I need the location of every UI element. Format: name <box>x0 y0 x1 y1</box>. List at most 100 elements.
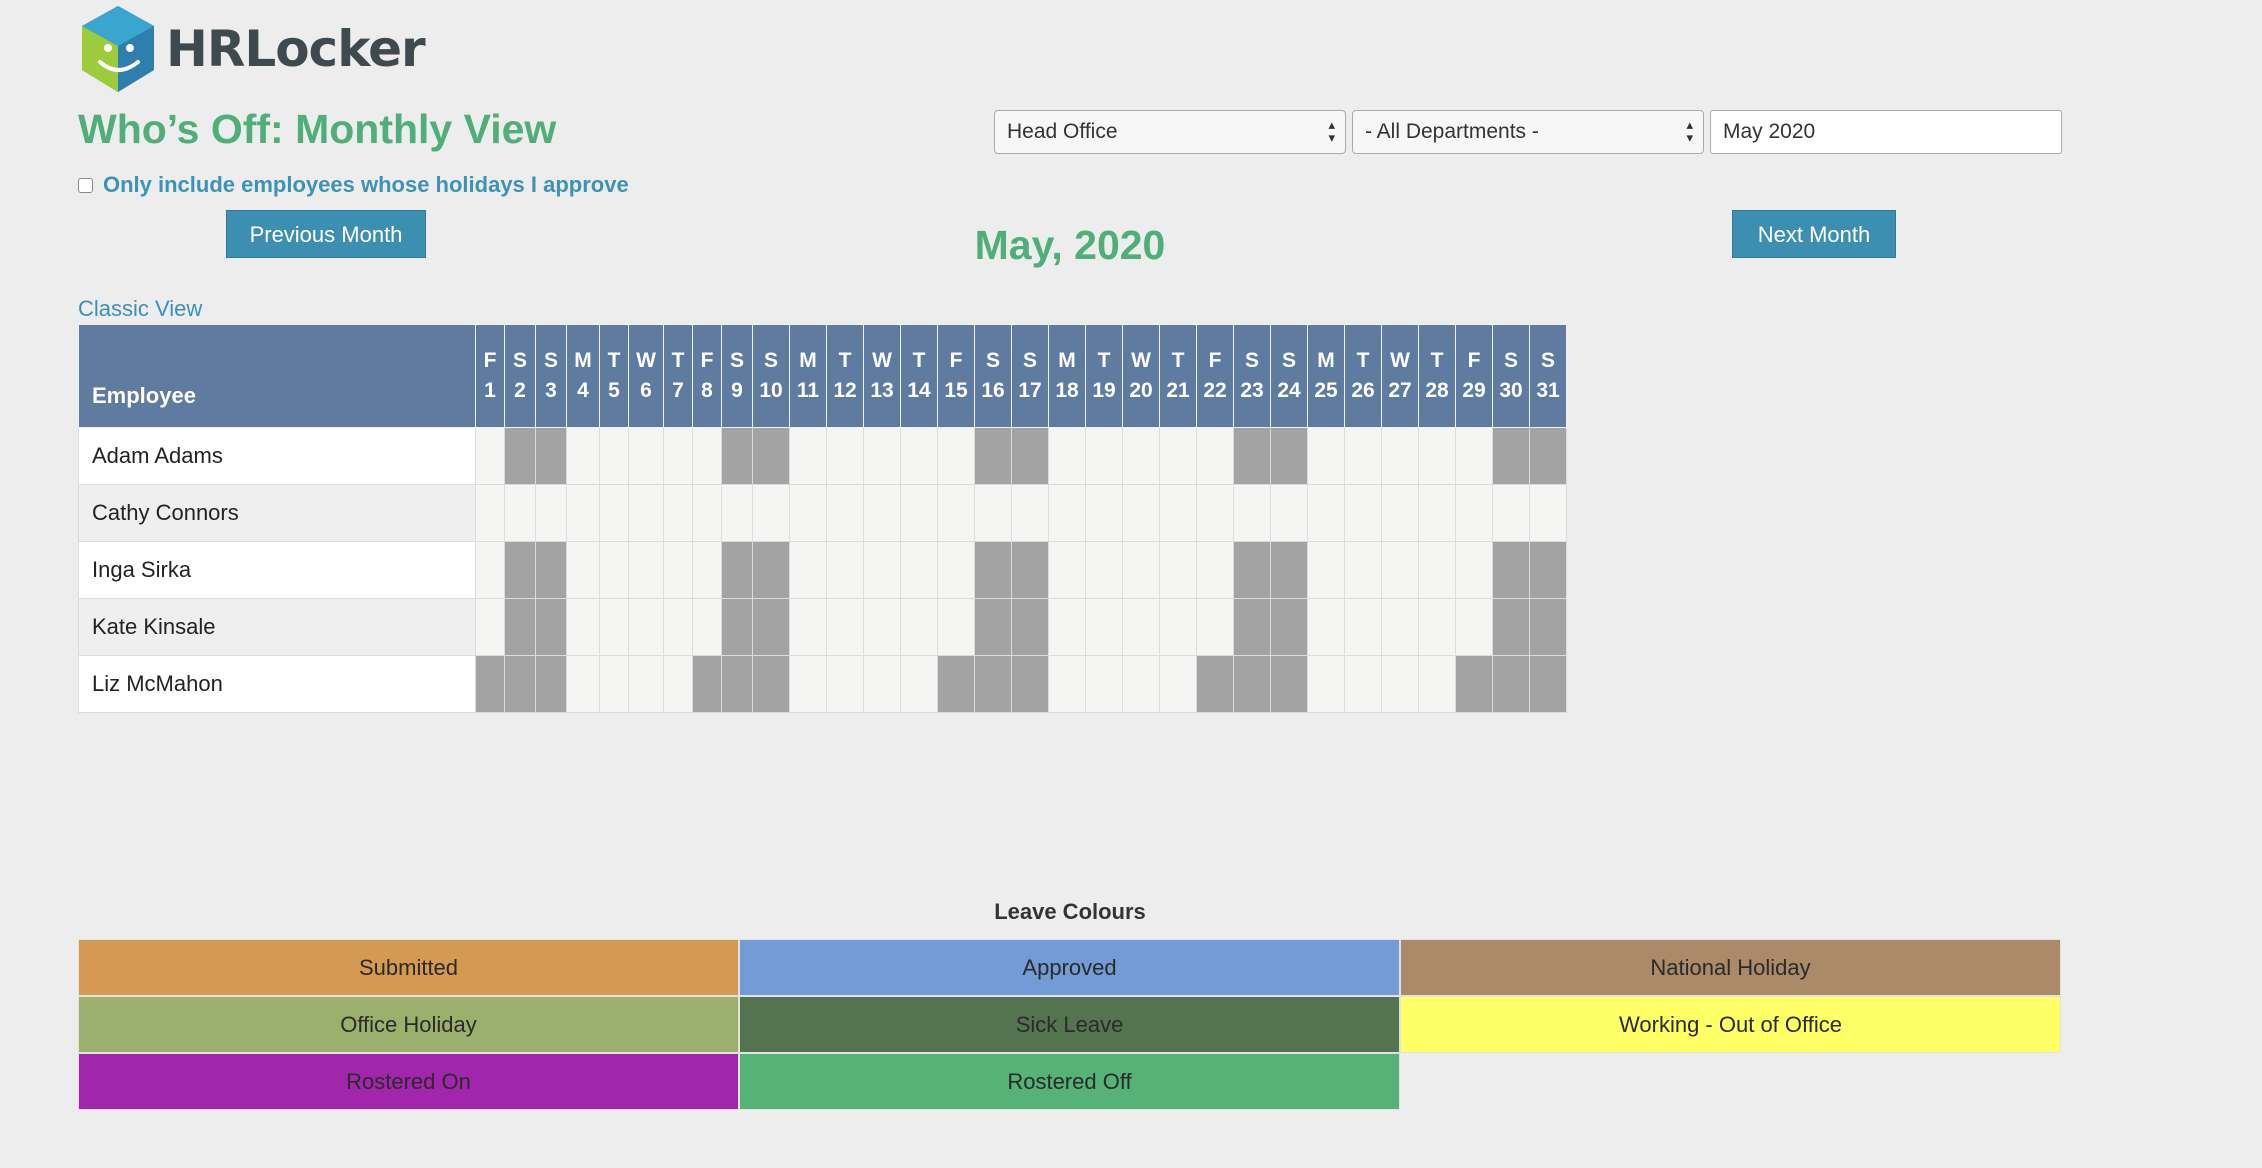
day-cell-off[interactable] <box>1270 598 1308 656</box>
day-cell[interactable] <box>1159 484 1197 542</box>
hrlocker-logo[interactable]: HRLocker <box>78 4 426 94</box>
day-cell-off[interactable] <box>721 598 753 656</box>
day-cell-off[interactable] <box>974 598 1012 656</box>
day-cell[interactable] <box>1344 484 1382 542</box>
day-cell[interactable] <box>599 484 629 542</box>
day-cell[interactable] <box>599 655 629 713</box>
day-cell-off[interactable] <box>752 655 790 713</box>
day-cell-off[interactable] <box>1233 598 1271 656</box>
day-cell[interactable] <box>692 484 722 542</box>
day-cell-off[interactable] <box>535 655 567 713</box>
day-cell-off[interactable] <box>1455 655 1493 713</box>
day-cell[interactable] <box>1085 598 1123 656</box>
day-cell[interactable] <box>599 598 629 656</box>
day-cell-off[interactable] <box>1233 427 1271 485</box>
day-cell[interactable] <box>1455 427 1493 485</box>
day-cell[interactable] <box>663 598 693 656</box>
day-cell[interactable] <box>937 541 975 599</box>
day-cell[interactable] <box>1307 427 1345 485</box>
day-cell[interactable] <box>863 541 901 599</box>
day-cell[interactable] <box>566 484 600 542</box>
day-cell[interactable] <box>535 484 567 542</box>
day-cell[interactable] <box>1381 598 1419 656</box>
day-cell[interactable] <box>475 598 505 656</box>
day-cell[interactable] <box>1196 541 1234 599</box>
day-cell[interactable] <box>1122 655 1160 713</box>
day-cell[interactable] <box>1048 541 1086 599</box>
day-cell[interactable] <box>900 484 938 542</box>
day-cell-off[interactable] <box>721 427 753 485</box>
day-cell[interactable] <box>1344 655 1382 713</box>
day-cell[interactable] <box>974 484 1012 542</box>
day-cell[interactable] <box>1344 427 1382 485</box>
day-cell[interactable] <box>1085 484 1123 542</box>
day-cell-off[interactable] <box>1270 541 1308 599</box>
department-select[interactable]: - All Departments - ▴ ▾ <box>1352 110 1704 154</box>
day-cell[interactable] <box>752 484 790 542</box>
day-cell[interactable] <box>863 427 901 485</box>
day-cell[interactable] <box>900 541 938 599</box>
day-cell[interactable] <box>599 427 629 485</box>
day-cell[interactable] <box>475 484 505 542</box>
day-cell[interactable] <box>566 541 600 599</box>
day-cell[interactable] <box>566 427 600 485</box>
day-cell[interactable] <box>628 427 664 485</box>
day-cell[interactable] <box>826 655 864 713</box>
day-cell[interactable] <box>692 427 722 485</box>
day-cell[interactable] <box>937 484 975 542</box>
previous-month-button[interactable]: Previous Month <box>226 210 426 258</box>
day-cell[interactable] <box>789 541 827 599</box>
day-cell-off[interactable] <box>1492 598 1530 656</box>
day-cell[interactable] <box>1122 598 1160 656</box>
day-cell-off[interactable] <box>1492 655 1530 713</box>
day-cell-off[interactable] <box>1492 427 1530 485</box>
day-cell[interactable] <box>1159 541 1197 599</box>
day-cell[interactable] <box>504 484 536 542</box>
day-cell-off[interactable] <box>1011 598 1049 656</box>
day-cell-off[interactable] <box>974 541 1012 599</box>
day-cell[interactable] <box>1159 598 1197 656</box>
day-cell[interactable] <box>1455 598 1493 656</box>
day-cell[interactable] <box>789 427 827 485</box>
day-cell[interactable] <box>1011 484 1049 542</box>
day-cell-off[interactable] <box>1233 541 1271 599</box>
day-cell[interactable] <box>1159 427 1197 485</box>
day-cell-off[interactable] <box>1529 541 1567 599</box>
day-cell[interactable] <box>1159 655 1197 713</box>
day-cell[interactable] <box>1196 427 1234 485</box>
day-cell[interactable] <box>1233 484 1271 542</box>
day-cell-off[interactable] <box>504 541 536 599</box>
day-cell-off[interactable] <box>535 541 567 599</box>
day-cell[interactable] <box>1381 541 1419 599</box>
day-cell-off[interactable] <box>1011 541 1049 599</box>
day-cell[interactable] <box>1418 541 1456 599</box>
day-cell-off[interactable] <box>692 655 722 713</box>
day-cell[interactable] <box>566 655 600 713</box>
day-cell[interactable] <box>900 655 938 713</box>
day-cell[interactable] <box>1381 655 1419 713</box>
day-cell[interactable] <box>863 598 901 656</box>
employee-name[interactable]: Inga Sirka <box>78 541 476 599</box>
day-cell[interactable] <box>1122 427 1160 485</box>
day-cell[interactable] <box>1307 655 1345 713</box>
day-cell-off[interactable] <box>1529 427 1567 485</box>
day-cell[interactable] <box>826 598 864 656</box>
day-cell[interactable] <box>1381 427 1419 485</box>
day-cell-off[interactable] <box>475 655 505 713</box>
day-cell-off[interactable] <box>1492 541 1530 599</box>
day-cell[interactable] <box>475 427 505 485</box>
day-cell[interactable] <box>721 484 753 542</box>
day-cell[interactable] <box>1418 484 1456 542</box>
day-cell[interactable] <box>1085 541 1123 599</box>
approve-checkbox-label[interactable]: Only include employees whose holidays I … <box>103 172 629 198</box>
day-cell[interactable] <box>566 598 600 656</box>
employee-name[interactable]: Adam Adams <box>78 427 476 485</box>
day-cell[interactable] <box>937 427 975 485</box>
day-cell-off[interactable] <box>1529 598 1567 656</box>
day-cell[interactable] <box>1196 598 1234 656</box>
day-cell[interactable] <box>789 598 827 656</box>
day-cell[interactable] <box>1307 484 1345 542</box>
day-cell[interactable] <box>1418 655 1456 713</box>
day-cell[interactable] <box>692 541 722 599</box>
day-cell-off[interactable] <box>504 598 536 656</box>
